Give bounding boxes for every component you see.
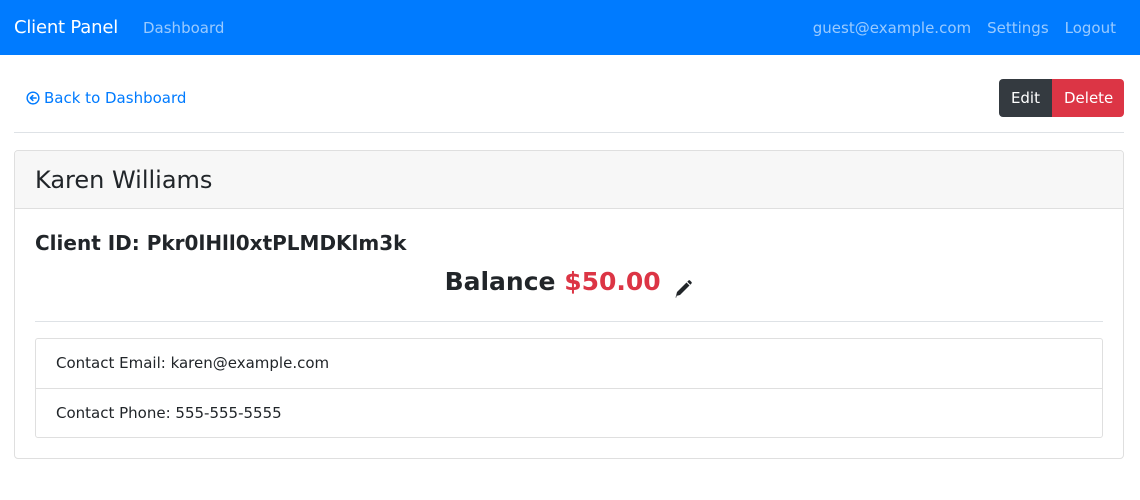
- action-row: Back to Dashboard Edit Delete: [14, 55, 1124, 133]
- contact-phone: Contact Phone: 555-555-5555: [36, 388, 1102, 437]
- top-navbar: Client Panel Dashboard guest@example.com…: [0, 0, 1140, 55]
- nav-right-group: guest@example.com Settings Logout: [813, 19, 1126, 37]
- client-action-buttons: Edit Delete: [998, 79, 1124, 117]
- client-id: Client ID: Pkr0lHll0xtPLMDKlm3k: [35, 231, 407, 255]
- contact-list: Contact Email: karen@example.com Contact…: [35, 338, 1103, 438]
- delete-button[interactable]: Delete: [1052, 79, 1124, 117]
- nav-settings-link[interactable]: Settings: [987, 19, 1049, 37]
- nav-logout-link[interactable]: Logout: [1065, 19, 1116, 37]
- card-body: Client ID: Pkr0lHll0xtPLMDKlm3k Balance …: [15, 209, 1123, 438]
- nav-user-email[interactable]: guest@example.com: [813, 19, 971, 37]
- balance-amount: $50.00: [564, 267, 661, 296]
- contact-email: Contact Email: karen@example.com: [56, 354, 330, 372]
- content-divider: [35, 321, 1103, 322]
- balance-line: Balance $50.00: [35, 262, 1103, 302]
- balance-label: Balance: [444, 267, 556, 296]
- brand-link[interactable]: Client Panel: [14, 17, 118, 38]
- back-to-dashboard-label: Back to Dashboard: [44, 89, 187, 107]
- pencil-icon[interactable]: [673, 271, 693, 298]
- client-name: Karen Williams: [35, 165, 213, 194]
- card-header: Karen Williams: [15, 151, 1123, 209]
- arrow-circle-left-icon: [26, 91, 40, 105]
- edit-button[interactable]: Edit: [998, 79, 1052, 117]
- back-to-dashboard-link[interactable]: Back to Dashboard: [26, 89, 186, 107]
- client-details-card: Karen Williams Client ID: Pkr0lHll0xtPLM…: [14, 150, 1124, 459]
- nav-dashboard-link[interactable]: Dashboard: [143, 19, 224, 37]
